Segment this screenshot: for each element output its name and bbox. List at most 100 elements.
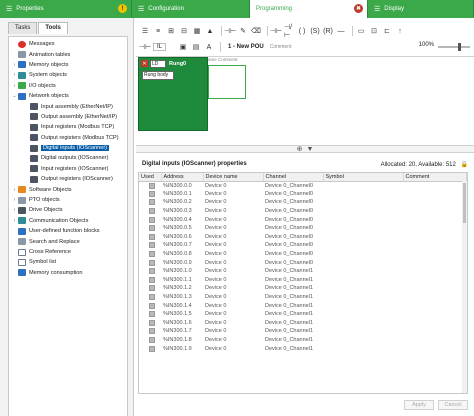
expand-arrow-icon[interactable]: › [11, 218, 18, 224]
used-checkbox[interactable] [149, 216, 155, 223]
comment-cell[interactable] [403, 327, 467, 336]
tree-item[interactable]: Animation tables [9, 49, 127, 59]
align-center-icon[interactable]: ≡ [153, 26, 163, 36]
delete-rung-icon[interactable]: ⊟ [179, 26, 189, 36]
comment-cell[interactable] [403, 190, 467, 199]
column-header-used[interactable]: Used [139, 173, 162, 182]
tree-item[interactable]: Memory consumption [9, 268, 127, 278]
used-checkbox[interactable] [149, 319, 155, 326]
table-row[interactable]: %IN300.1.1 Device 0 Device 0_Channel1 [139, 276, 467, 285]
eraser-icon[interactable]: ⌫ [251, 26, 261, 36]
vertical-scrollbar[interactable] [462, 181, 467, 393]
ladder-grid[interactable] [246, 65, 470, 135]
table-row[interactable]: %IN300.0.3 Device 0 Device 0_Channel0 [139, 207, 467, 216]
column-header-symbol[interactable]: Symbol [323, 173, 404, 182]
expand-arrow-icon[interactable]: ⌄ [11, 93, 18, 99]
table-row[interactable]: %IN300.0.9 Device 0 Device 0_Channel0 [139, 258, 467, 267]
comment-cell[interactable] [403, 215, 467, 224]
column-header-comment[interactable]: Comment [403, 173, 467, 182]
tree-item[interactable]: Symbol list [9, 257, 127, 267]
symbol-cell[interactable] [323, 293, 403, 302]
used-checkbox[interactable] [149, 302, 155, 309]
wire-icon[interactable]: — [336, 26, 346, 36]
symbol-cell[interactable] [323, 215, 403, 224]
table-row[interactable]: %IN300.1.7 Device 0 Device 0_Channel1 [139, 327, 467, 336]
used-checkbox[interactable] [149, 294, 155, 301]
symbol-cell[interactable] [323, 181, 403, 190]
used-checkbox[interactable] [149, 345, 155, 352]
tree-item[interactable]: Messages [9, 39, 127, 49]
comment-cell[interactable] [403, 233, 467, 242]
comment-cell[interactable] [403, 276, 467, 285]
symbol-cell[interactable] [323, 319, 403, 328]
symbol-cell[interactable] [323, 198, 403, 207]
collapse-icon[interactable]: ▼ [306, 146, 313, 153]
tree-item[interactable]: Search and Replace [9, 236, 127, 246]
table-row[interactable]: %IN300.0.1 Device 0 Device 0_Channel0 [139, 190, 467, 199]
lock-icon[interactable]: 🔒 [461, 162, 468, 168]
align-left-icon[interactable]: ☰ [140, 26, 150, 36]
tab-tasks[interactable]: Tasks [8, 22, 38, 34]
column-header-device-name[interactable]: Device name [203, 173, 264, 182]
compare-icon[interactable]: ⊏ [382, 26, 392, 36]
tab-tools[interactable]: Tools [38, 22, 68, 34]
comment-cell[interactable] [403, 336, 467, 345]
expand-arrow-icon[interactable]: › [11, 207, 18, 213]
tree-item[interactable]: Cross Reference [9, 247, 127, 257]
expand-arrow-icon[interactable]: › [11, 197, 18, 203]
used-checkbox[interactable] [149, 336, 155, 343]
used-checkbox[interactable] [149, 268, 155, 275]
normally-open-icon[interactable]: ⊣⊢ [270, 26, 282, 36]
comment-cell[interactable] [403, 241, 467, 250]
symbol-cell[interactable] [323, 258, 403, 267]
cancel-button[interactable]: Cancel [438, 400, 468, 410]
table-row[interactable]: %IN300.0.7 Device 0 Device 0_Channel0 [139, 241, 467, 250]
comment-cell[interactable] [403, 224, 467, 233]
table-row[interactable]: %IN300.1.5 Device 0 Device 0_Channel1 [139, 310, 467, 319]
tree-item[interactable]: User-defined function blocks [9, 226, 127, 236]
tab-configuration[interactable]: ☰ Configuration [132, 0, 250, 18]
splitter[interactable]: ⊕ ▼ [136, 145, 474, 153]
tree-item[interactable]: Input registers (Modbus TCP) [9, 122, 127, 132]
monitor-icon[interactable]: ▤ [191, 42, 201, 52]
move-up-icon[interactable]: ▲ [205, 26, 215, 36]
table-row[interactable]: %IN300.0.8 Device 0 Device 0_Channel0 [139, 250, 467, 259]
used-checkbox[interactable] [149, 208, 155, 215]
used-checkbox[interactable] [149, 233, 155, 240]
column-header-channel[interactable]: Channel [263, 173, 324, 182]
table-row[interactable]: %IN300.0.2 Device 0 Device 0_Channel0 [139, 198, 467, 207]
tree-item[interactable]: Digital inputs (IOScanner) [9, 143, 127, 153]
comment-cell[interactable] [403, 258, 467, 267]
expand-arrow-icon[interactable]: › [11, 187, 18, 193]
expand-arrow-icon[interactable]: › [11, 62, 18, 68]
comment-cell[interactable] [403, 267, 467, 276]
symbol-cell[interactable] [323, 241, 403, 250]
tree-item[interactable]: Digital outputs (IOScanner) [9, 153, 127, 163]
symbol-cell[interactable] [323, 224, 403, 233]
tab-properties[interactable]: ☰ Properties ! [0, 0, 132, 18]
comment-cell[interactable] [403, 250, 467, 259]
table-row[interactable]: %IN300.0.5 Device 0 Device 0_Channel0 [139, 224, 467, 233]
symbol-cell[interactable] [323, 276, 403, 285]
normally-closed-icon[interactable]: ⊣/⊢ [284, 24, 294, 39]
table-row[interactable]: %IN300.1.4 Device 0 Device 0_Channel1 [139, 301, 467, 310]
table-row[interactable]: %IN300.1.9 Device 0 Device 0_Channel1 [139, 344, 467, 353]
tree-item[interactable]: › PTO objects [9, 195, 127, 205]
pin-icon[interactable]: ⊕ [297, 145, 303, 153]
block-icon[interactable]: ▭ [356, 26, 366, 36]
used-checkbox[interactable] [149, 311, 155, 318]
symbol-cell[interactable] [323, 344, 403, 353]
symbol-cell[interactable] [323, 301, 403, 310]
comment-cell[interactable] [403, 344, 467, 353]
table-row[interactable]: %IN300.1.8 Device 0 Device 0_Channel1 [139, 336, 467, 345]
table-row[interactable]: %IN300.0.4 Device 0 Device 0_Channel0 [139, 215, 467, 224]
used-checkbox[interactable] [149, 259, 155, 266]
grid-icon[interactable]: ▦ [192, 26, 202, 36]
ladder-editor[interactable]: ✕ LD Rung0 Rung body ame Comment [136, 56, 474, 144]
apply-button[interactable]: Apply [404, 400, 434, 410]
contact-icon[interactable]: ⊣⊢ [224, 26, 236, 36]
insert-rung-icon[interactable]: ⊞ [166, 26, 176, 36]
tab-programming[interactable]: Programming ✖ [250, 0, 368, 18]
used-checkbox[interactable] [149, 225, 155, 232]
set-coil-icon[interactable]: (S) [310, 26, 320, 36]
